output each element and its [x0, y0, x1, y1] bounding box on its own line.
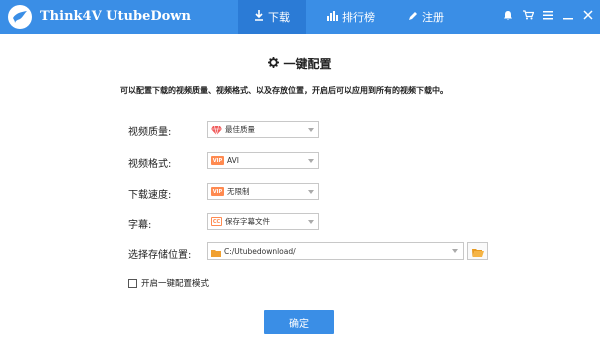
storage-location-select[interactable]: C:/Utubedownload/: [207, 242, 464, 260]
tab-ranking-label: 排行榜: [342, 11, 375, 24]
config-description: 可以配置下载的视频质量、视频格式、以及存放位置，开启后可以应用到所有的视频下载中…: [120, 86, 448, 95]
subtitle-value: 保存字幕文件: [225, 217, 270, 226]
one-click-config-label: 开启一键配置模式: [141, 279, 210, 289]
video-quality-value: 最佳质量: [225, 125, 255, 134]
tab-ranking[interactable]: 排行榜: [316, 0, 386, 34]
bell-icon[interactable]: [502, 8, 514, 22]
video-format-select[interactable]: VIP AVI: [207, 152, 319, 169]
open-folder-icon: [471, 242, 484, 261]
video-quality-label: 视频质量:: [128, 127, 172, 138]
subtitle-select[interactable]: CC 保存字幕文件: [207, 213, 319, 230]
storage-location-label: 选择存储位置:: [128, 250, 192, 261]
one-click-config-checkbox[interactable]: [128, 278, 137, 288]
subtitle-label: 字幕:: [128, 220, 152, 231]
chevron-down-icon: [452, 249, 458, 253]
tab-register-label: 注册: [422, 11, 444, 24]
tab-download-label: 下载: [268, 11, 290, 24]
chevron-down-icon: [308, 159, 314, 163]
download-speed-select[interactable]: VIP 无限制: [207, 183, 319, 200]
cart-icon[interactable]: [522, 8, 534, 22]
storage-location-value: C:/Utubedownload/: [224, 246, 296, 256]
folder-icon: [211, 242, 221, 261]
window-controls: [502, 8, 594, 22]
chevron-down-icon: [308, 220, 314, 224]
menu-icon[interactable]: [542, 8, 554, 22]
app-title: Think4V UtubeDown: [40, 9, 191, 24]
download-icon: [254, 10, 264, 24]
title-bar: Think4V UtubeDown 下载 排行榜 注册: [0, 0, 600, 34]
gear-icon: [268, 56, 280, 71]
download-speed-value: 无限制: [227, 187, 250, 196]
vip-badge-icon: VIP: [211, 187, 224, 196]
config-title: 一键配置: [283, 57, 332, 71]
vip-badge-icon: VIP: [211, 156, 224, 165]
minimize-icon[interactable]: [562, 8, 574, 22]
video-quality-select[interactable]: 最佳质量: [207, 121, 319, 138]
download-speed-label: 下载速度:: [128, 190, 172, 201]
video-format-label: 视频格式:: [128, 159, 172, 170]
close-icon[interactable]: [582, 8, 594, 22]
bar-chart-icon: [327, 10, 338, 24]
gem-icon: [211, 120, 222, 139]
tab-download[interactable]: 下载: [238, 0, 306, 34]
one-click-config-toggle[interactable]: 开启一键配置模式: [128, 277, 209, 289]
chevron-down-icon: [308, 128, 314, 132]
confirm-button[interactable]: 确定: [264, 310, 334, 334]
bird-logo-icon: [8, 5, 32, 29]
tab-register[interactable]: 注册: [396, 0, 456, 34]
browse-folder-button[interactable]: [467, 242, 488, 260]
video-format-value: AVI: [227, 156, 239, 165]
config-heading: 一键配置: [0, 55, 600, 72]
cc-icon: CC: [211, 217, 222, 226]
pencil-icon: [408, 11, 418, 24]
chevron-down-icon: [308, 190, 314, 194]
